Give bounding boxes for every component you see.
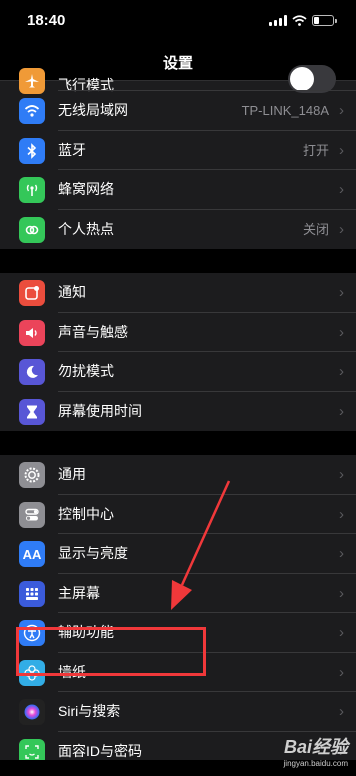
watermark-url: jingyan.baidu.com [283, 759, 348, 768]
watermark: Bai经验 jingyan.baidu.com [284, 733, 348, 768]
watermark-logo: Bai经验 [283, 737, 348, 757]
annotation-arrow [171, 480, 231, 610]
